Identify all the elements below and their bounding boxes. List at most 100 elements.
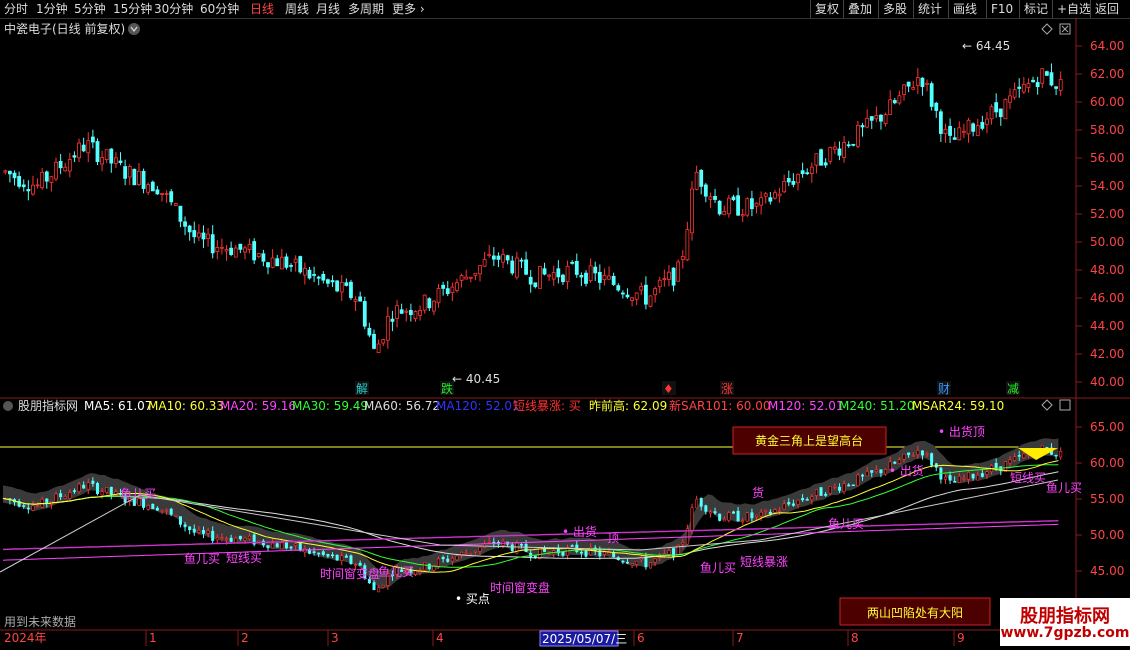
year-label: 2024年 [4,631,47,645]
indicator-candle-body [372,582,376,591]
period-tab-1[interactable]: 1分钟 [36,1,68,17]
indicator-candle-body [155,507,159,511]
indicator-candle-body [344,555,348,558]
indicator-candle-body [814,489,818,496]
candle-body [487,253,492,256]
candle-body [450,286,455,294]
candle-body [224,249,229,252]
indicator-candle-body [95,483,99,494]
candle-body [362,301,367,327]
candle-body [644,284,648,305]
indicator-candle-body [667,550,671,555]
month-label: 4 [436,631,444,645]
period-tab-5[interactable]: 60分钟 [200,1,239,17]
chart-area[interactable]: 中瓷电子(日线 前复权) 64.00 62.00 60.00 58.00 56.00 54.… [0,18,1130,650]
candle-body [1003,99,1008,120]
candle-body [445,288,450,295]
toolbar-button-2[interactable]: 多股 [883,1,907,17]
diamond-icon[interactable] [1041,23,1053,35]
toolbar-button-3[interactable]: 统计 [918,1,942,17]
indicator-candle-body [1022,453,1026,459]
indicator-candle-body [625,561,629,564]
candle-body [1021,84,1026,93]
candle-body [653,288,658,296]
indicator-candle-body [837,486,841,491]
month-label: 9 [957,631,965,645]
indicator-value: MA60: 56.72 [364,399,440,413]
candle-body [754,202,759,207]
candle-body [252,241,257,261]
toolbar-button-4[interactable]: 画线 [953,1,977,17]
candle-body [920,77,925,88]
y-tick-label: 56.00 [1090,151,1124,165]
indicator-candle-body [31,505,35,511]
annotation-box-top-text: 黄金三角上是望高台 [755,433,863,448]
candle-body [206,233,210,239]
indicator-candle-body [731,511,735,514]
period-tab-3[interactable]: 15分钟 [113,1,152,17]
period-tab-8[interactable]: 月线 [316,1,340,17]
candle-body [828,147,833,162]
month-label: 3 [331,631,339,645]
candle-body [12,172,17,179]
indicator-candle-body [584,550,588,557]
period-tab-10[interactable]: 更多 › [392,1,425,17]
candle-body [21,184,26,188]
period-tab-0[interactable]: 分时 [4,1,28,17]
indicator-candle-body [907,452,911,456]
candle-body [243,247,247,253]
close-icon[interactable] [1059,399,1071,411]
toolbar-button-6[interactable]: 标记 [1024,1,1048,17]
event-marker: ♦ [663,382,674,396]
indicator-candle-body [298,542,302,551]
toolbar-button-5[interactable]: F10 [991,1,1013,17]
signal-label: • 出货 [562,524,597,539]
candle-body [316,276,321,279]
period-tab-2[interactable]: 5分钟 [74,1,106,17]
candle-body [284,256,289,268]
candle-body [538,266,542,289]
indicator-candle-body [464,552,468,555]
candle-body [229,247,234,255]
toolbar-divider [878,0,879,18]
diamond-icon[interactable] [1041,399,1053,411]
candle-body [925,82,929,85]
signal-label: 鱼儿买 [700,561,736,575]
signal-label: 鱼儿买 [828,517,864,531]
main-chart-title: 中瓷电子(日线 前复权) [4,21,125,36]
event-marker: 减 [1007,382,1019,396]
month-label: 8 [851,631,859,645]
candle-body [183,221,187,227]
candle-body [114,157,118,164]
toolbar-button-1[interactable]: 叠加 [848,1,872,17]
period-tab-6[interactable]: 日线 [250,1,274,17]
toolbar-button-8[interactable]: 返回 [1095,1,1119,17]
candle-body [607,275,611,280]
indicator-candle-body [188,526,192,531]
indicator-candle-body [773,509,777,513]
period-tab-7[interactable]: 周线 [285,1,309,17]
candle-body [459,275,464,281]
candle-body [1054,86,1058,89]
candle-body [823,162,828,166]
annotation-box-bottom-text: 两山凹陷处有大阳 [867,605,963,620]
candle-body [496,255,501,260]
toolbar-button-7[interactable]: +自选 [1057,1,1091,17]
candle-body [372,333,376,349]
candle-body [832,146,837,150]
period-tab-4[interactable]: 30分钟 [154,1,193,17]
toolbar-button-0[interactable]: 复权 [815,1,839,17]
y-tick-label: 50.00 [1090,235,1124,249]
candle-body [1044,71,1049,76]
indicator-candle-body [109,486,113,495]
indicator-candle-body [165,509,169,512]
indicator-candle-body [68,492,72,499]
candle-body [929,83,934,107]
indicator-candle-body [335,554,339,561]
candle-body [210,234,215,254]
indicator-candle-body [722,519,726,522]
signal-label: 顶 [607,531,619,545]
signal-label: • 出货 [889,463,924,478]
period-tab-9[interactable]: 多周期 [348,1,384,17]
indicator-candle-body [271,542,275,549]
